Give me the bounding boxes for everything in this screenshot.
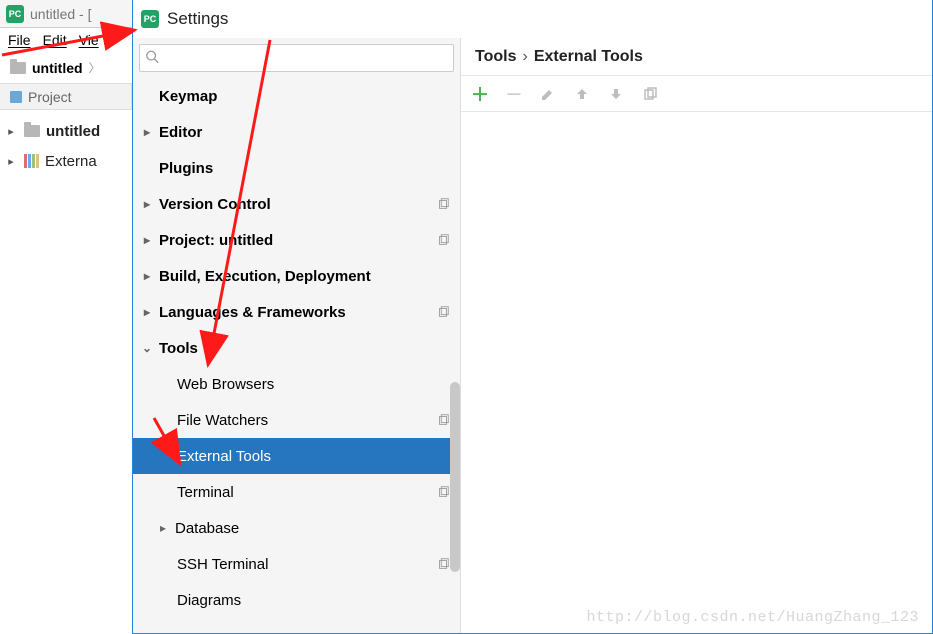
folder-icon — [24, 125, 40, 137]
breadcrumb-leaf: External Tools — [534, 48, 643, 66]
category-editor[interactable]: ▸Editor — [133, 114, 460, 150]
search-input[interactable] — [139, 44, 454, 72]
category-label: Diagrams — [155, 592, 450, 609]
category-build[interactable]: ▸Build, Execution, Deployment — [133, 258, 460, 294]
copy-button[interactable] — [641, 85, 659, 103]
settings-dialog: Settings Keymap ▸Editor Plugi — [132, 0, 933, 634]
category-plugins[interactable]: Plugins — [133, 150, 460, 186]
category-label: External Tools — [155, 448, 450, 465]
content-breadcrumb: Tools › External Tools — [461, 38, 932, 76]
category-languages[interactable]: ▸Languages & Frameworks — [133, 294, 460, 330]
project-tree: ▸ untitled ▸ Externa — [0, 110, 132, 182]
external-tools-list — [461, 112, 932, 633]
chevron-right-icon: › — [522, 48, 527, 66]
subcategory-file-watchers[interactable]: File Watchers — [133, 402, 460, 438]
breadcrumb-label: untitled — [32, 60, 83, 76]
category-label: Tools — [155, 340, 450, 357]
subcategory-terminal[interactable]: Terminal — [133, 474, 460, 510]
search-icon — [145, 50, 159, 67]
settings-tree: Keymap ▸Editor Plugins ▸Version Control … — [133, 78, 460, 633]
category-label: Database — [171, 520, 450, 537]
subcategory-database[interactable]: ▸Database — [133, 510, 460, 546]
remove-button[interactable]: － — [505, 85, 523, 103]
dialog-title: Settings — [167, 9, 228, 29]
tree-row-untitled[interactable]: ▸ untitled — [4, 116, 128, 146]
category-label: Languages & Frameworks — [155, 304, 436, 321]
edit-button[interactable] — [539, 85, 557, 103]
project-tab-label: Project — [28, 89, 72, 105]
chevron-right-icon[interactable]: ▸ — [139, 269, 155, 283]
category-label: Terminal — [155, 484, 436, 501]
category-label: Plugins — [155, 160, 450, 177]
app-icon — [6, 5, 24, 23]
category-project[interactable]: ▸Project: untitled — [133, 222, 460, 258]
subcategory-web-browsers[interactable]: Web Browsers — [133, 366, 460, 402]
tree-item-label: Externa — [45, 153, 97, 170]
menu-file[interactable]: File — [2, 32, 37, 48]
settings-sidebar: Keymap ▸Editor Plugins ▸Version Control … — [133, 38, 461, 633]
category-label: SSH Terminal — [155, 556, 436, 573]
category-label: Keymap — [155, 88, 450, 105]
expand-icon[interactable]: ▸ — [4, 125, 18, 138]
category-label: Web Browsers — [155, 376, 450, 393]
chevron-right-icon[interactable]: ▸ — [139, 125, 155, 139]
content-toolbar: ＋ － — [461, 76, 932, 112]
project-tab-icon — [10, 91, 22, 103]
move-down-button[interactable] — [607, 85, 625, 103]
category-label: File Watchers — [155, 412, 436, 429]
watermark: http://blog.csdn.net/HuangZhang_123 — [586, 609, 919, 626]
category-label: Version Control — [155, 196, 436, 213]
category-label: Build, Execution, Deployment — [155, 268, 450, 285]
copy-icon — [436, 305, 450, 319]
window-title: untitled - [ — [30, 6, 91, 22]
tree-item-label: untitled — [46, 123, 100, 140]
chevron-right-icon[interactable]: ▸ — [139, 197, 155, 211]
search-input-wrap — [139, 44, 454, 72]
chevron-right-icon[interactable]: ▸ — [139, 305, 155, 319]
copy-icon — [436, 413, 450, 427]
chevron-right-icon: 〉 — [89, 59, 101, 76]
category-keymap[interactable]: Keymap — [133, 78, 460, 114]
subcategory-ssh-terminal[interactable]: SSH Terminal — [133, 546, 460, 582]
scrollbar-thumb[interactable] — [450, 382, 460, 572]
expand-icon[interactable]: ▸ — [4, 155, 18, 168]
category-label: Project: untitled — [155, 232, 436, 249]
copy-icon — [436, 233, 450, 247]
settings-content: Tools › External Tools ＋ － — [461, 38, 932, 633]
menu-view[interactable]: Vie — [73, 32, 105, 48]
add-button[interactable]: ＋ — [471, 85, 489, 103]
app-icon — [141, 10, 159, 28]
tree-row-external[interactable]: ▸ Externa — [4, 146, 128, 176]
subcategory-external-tools[interactable]: External Tools — [133, 438, 460, 474]
folder-icon — [10, 62, 26, 74]
breadcrumb-root: Tools — [475, 48, 516, 66]
category-label: Editor — [155, 124, 450, 141]
subcategory-diagrams[interactable]: Diagrams — [133, 582, 460, 618]
chevron-right-icon[interactable]: ▸ — [139, 233, 155, 247]
dialog-titlebar: Settings — [133, 0, 932, 38]
chevron-right-icon[interactable]: ▸ — [155, 521, 171, 535]
copy-icon — [436, 485, 450, 499]
category-version-control[interactable]: ▸Version Control — [133, 186, 460, 222]
menu-edit[interactable]: Edit — [37, 32, 73, 48]
chevron-down-icon[interactable]: ⌄ — [139, 341, 155, 355]
category-tools[interactable]: ⌄Tools — [133, 330, 460, 366]
library-icon — [24, 154, 39, 168]
tab-project[interactable]: Project — [0, 84, 132, 110]
copy-icon — [436, 557, 450, 571]
move-up-button[interactable] — [573, 85, 591, 103]
copy-icon — [436, 197, 450, 211]
